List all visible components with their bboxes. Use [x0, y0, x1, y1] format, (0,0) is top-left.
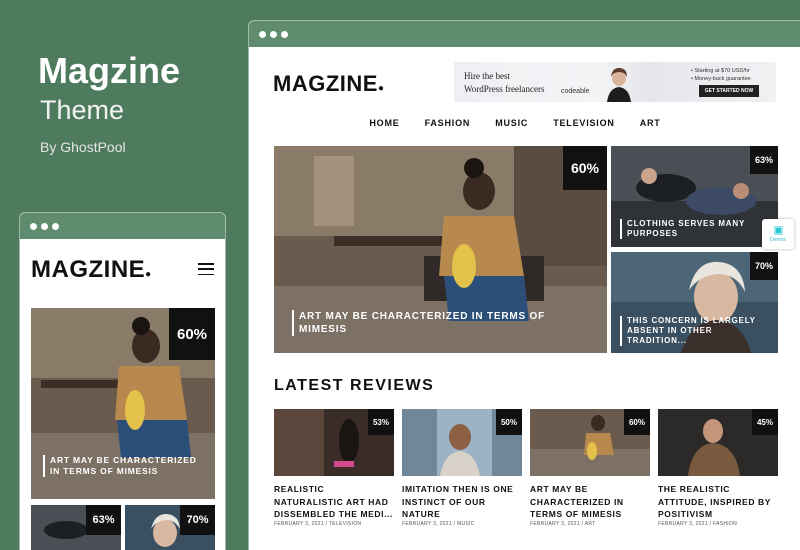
promo-subtitle: Theme — [40, 95, 125, 125]
window-titlebar — [20, 213, 225, 239]
demos-button[interactable]: Demos — [762, 219, 794, 249]
ad-bullet: • Money-back guarantee — [691, 76, 751, 82]
nav-item-music[interactable]: MUSIC — [495, 118, 528, 128]
window-dot-icon — [52, 222, 59, 230]
promo-title: Magzine — [38, 50, 181, 91]
mobile-site-logo[interactable]: MAGZINE● — [31, 256, 152, 284]
score-badge: 60% — [563, 146, 607, 190]
site-logo[interactable]: MAGZINE● — [273, 71, 385, 97]
score-badge: 70% — [180, 505, 215, 535]
score-badge: 70% — [750, 252, 778, 280]
nav-item-fashion[interactable]: FASHION — [425, 118, 471, 128]
mobile-thumb-1[interactable]: 63% — [31, 505, 121, 550]
side-card-1[interactable]: 63% CLOTHING SERVES MANY PURPOSES — [611, 146, 778, 247]
review-title[interactable]: THE REALISTIC ATTITUDE, INSPIRED BY POSI… — [658, 483, 778, 521]
window-dot-icon — [270, 30, 277, 38]
main-nav: HOME FASHION MUSIC TELEVISION ART — [249, 118, 800, 128]
demos-label: Demos — [770, 236, 786, 243]
ad-brand: codeable — [561, 88, 590, 95]
review-title[interactable]: ART MAY BE CHARACTERIZED IN TERMS OF MIM… — [530, 483, 650, 521]
demos-icon — [773, 225, 783, 235]
window-dot-icon — [30, 222, 37, 230]
nav-item-television[interactable]: TELEVISION — [553, 118, 615, 128]
review-meta: FEBRUARY 3, 2021 / ART — [530, 521, 596, 527]
score-badge: 53% — [368, 409, 394, 435]
window-dot-icon — [259, 30, 266, 38]
review-meta: FEBRUARY 3, 2021 / TELEVISION — [274, 521, 362, 527]
window-titlebar — [249, 21, 800, 47]
ad-headline-2: WordPress freelancers — [464, 84, 545, 94]
nav-item-home[interactable]: HOME — [369, 118, 399, 128]
desktop-preview-window: MAGZINE● Hire the best WordPress freelan… — [248, 20, 800, 550]
section-title: LATEST REVIEWS — [274, 377, 435, 394]
review-meta: FEBRUARY 3, 2021 / MUSIC — [402, 521, 475, 527]
review-title[interactable]: REALISTIC NATURALISTIC ART HAD DISSEMBLE… — [274, 483, 394, 521]
ad-headline: Hire the best — [464, 71, 510, 81]
review-image[interactable]: 45% — [658, 409, 778, 476]
hamburger-menu-icon[interactable] — [198, 263, 214, 275]
review-meta: FEBRUARY 3, 2021 / FASHION — [658, 521, 738, 527]
side-card-2[interactable]: 70% THIS CONCERN IS LARGELY ABSENT IN OT… — [611, 252, 778, 353]
window-dot-icon — [281, 30, 288, 38]
review-image[interactable]: 53% — [274, 409, 394, 476]
mobile-hero-title[interactable]: ART MAY BE CHARACTERIZED IN TERMS OF MIM… — [43, 455, 208, 477]
ad-bullet: • Starting at $70 USD/hr — [691, 68, 750, 74]
window-dot-icon — [41, 222, 48, 230]
mobile-thumb-2[interactable]: 70% — [125, 505, 215, 550]
hero-card[interactable]: 60% ART MAY BE CHARACTERIZED IN TERMS OF… — [274, 146, 607, 353]
score-badge: 50% — [496, 409, 522, 435]
side-card-1-title[interactable]: CLOTHING SERVES MANY PURPOSES — [620, 219, 765, 239]
promo-author: By GhostPool — [40, 139, 126, 155]
mobile-hero-card[interactable]: 60% ART MAY BE CHARACTERIZED IN TERMS OF… — [31, 308, 215, 499]
score-badge: 60% — [624, 409, 650, 435]
score-badge: 63% — [750, 146, 778, 174]
score-badge: 60% — [169, 308, 215, 360]
mobile-preview-window: MAGZINE● 60% ART MAY BE CHARACTERIZED IN… — [19, 212, 226, 550]
review-image[interactable]: 50% — [402, 409, 522, 476]
score-badge: 45% — [752, 409, 778, 435]
review-image[interactable]: 60% — [530, 409, 650, 476]
ad-person-image — [607, 68, 631, 102]
ad-banner[interactable]: Hire the best WordPress freelancers code… — [454, 62, 776, 102]
score-badge: 63% — [86, 505, 121, 535]
review-title[interactable]: IMITATION THEN IS ONE INSTINCT OF OUR NA… — [402, 483, 522, 521]
ad-cta-button[interactable]: GET STARTED NOW — [699, 85, 759, 97]
nav-item-art[interactable]: ART — [640, 118, 661, 128]
side-card-2-title[interactable]: THIS CONCERN IS LARGELY ABSENT IN OTHER … — [620, 316, 770, 346]
hero-title[interactable]: ART MAY BE CHARACTERIZED IN TERMS OF MIM… — [292, 310, 582, 336]
